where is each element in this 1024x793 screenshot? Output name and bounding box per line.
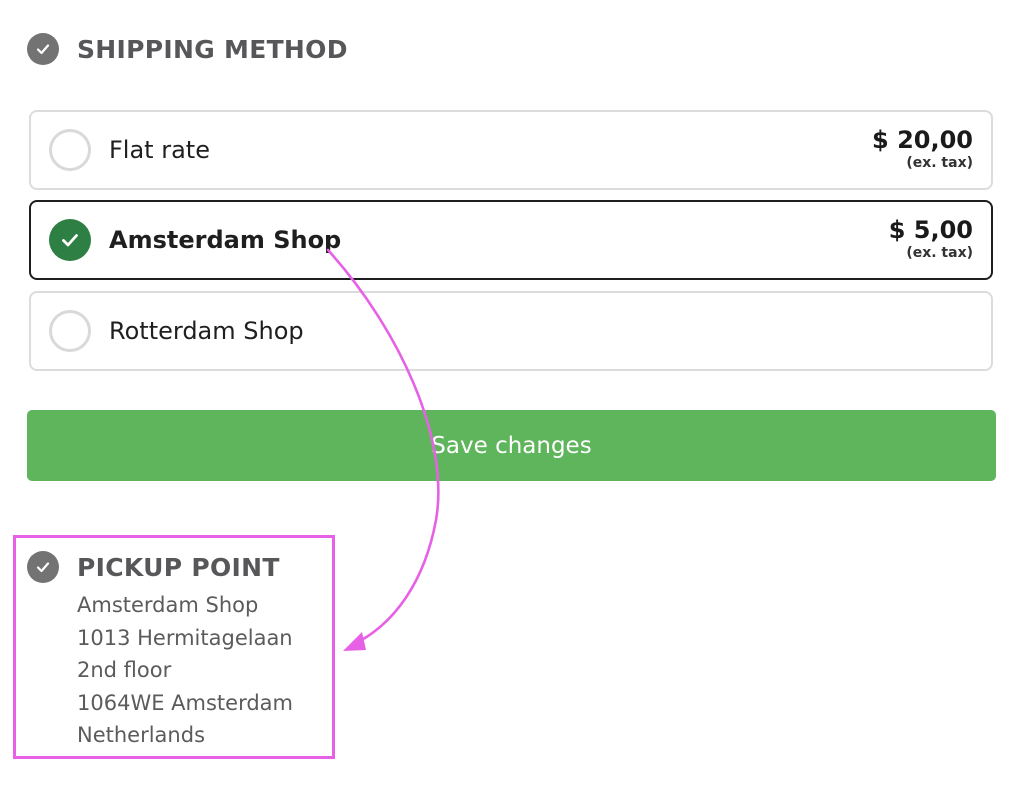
check-circle-icon	[27, 551, 59, 583]
option-price: $ 20,00	[872, 126, 973, 154]
shipping-method-heading: SHIPPING METHOD	[27, 33, 348, 65]
price-block: $ 20,00 (ex. tax)	[872, 126, 973, 172]
shipping-option-amsterdam-shop[interactable]: Amsterdam Shop $ 5,00 (ex. tax)	[29, 200, 993, 280]
option-label: Amsterdam Shop	[109, 226, 342, 254]
radio-button[interactable]	[49, 129, 91, 171]
shipping-option-rotterdam-shop[interactable]: Rotterdam Shop	[29, 291, 993, 371]
radio-button-checked[interactable]	[49, 219, 91, 261]
pickup-title: PICKUP POINT	[77, 552, 280, 582]
address-line: Amsterdam Shop	[77, 593, 259, 617]
checkmark-icon	[62, 234, 78, 247]
pickup-address: Amsterdam Shop 1013 Hermitagelaan 2nd fl…	[77, 589, 293, 752]
save-changes-button[interactable]: Save changes	[27, 410, 996, 481]
tax-note: (ex. tax)	[906, 155, 973, 171]
tax-note: (ex. tax)	[906, 245, 973, 261]
pickup-point-heading: PICKUP POINT	[27, 551, 280, 583]
option-label: Flat rate	[109, 136, 210, 164]
section-title: SHIPPING METHOD	[77, 34, 348, 64]
price-block: $ 5,00 (ex. tax)	[889, 216, 973, 262]
address-line: Netherlands	[77, 723, 206, 747]
option-label: Rotterdam Shop	[109, 317, 304, 345]
shipping-option-flat-rate[interactable]: Flat rate $ 20,00 (ex. tax)	[29, 110, 993, 190]
check-circle-icon	[27, 33, 59, 65]
address-line: 1064WE Amsterdam	[77, 690, 293, 715]
radio-button[interactable]	[49, 310, 91, 352]
address-line: 2nd floor	[77, 658, 172, 682]
address-line: 1013 Hermitagelaan	[77, 625, 293, 650]
option-price: $ 5,00	[888, 216, 973, 244]
